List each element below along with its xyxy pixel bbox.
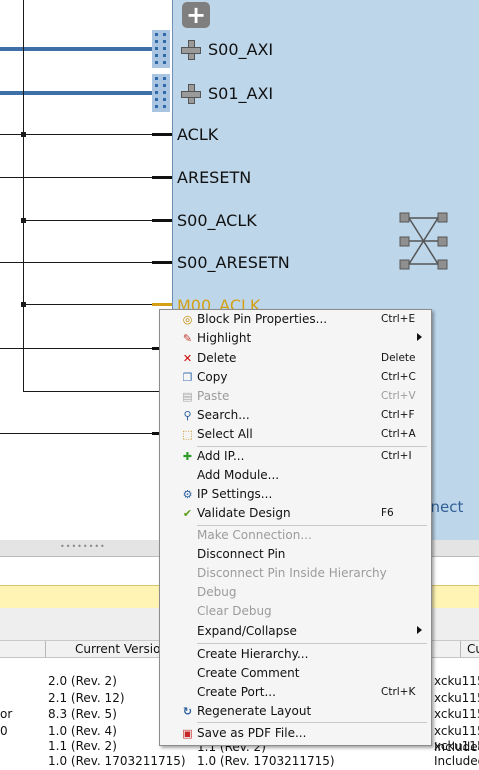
pin-label-s00-aclk[interactable]: S00_ACLK <box>177 212 257 230</box>
pin-label-s00-axi[interactable]: S00_AXI <box>208 41 273 59</box>
pin-stub-highlighted <box>152 303 172 306</box>
cell-part: xcku115 <box>434 691 479 705</box>
cell-current-version: 2.0 (Rev. 2) <box>48 674 117 688</box>
menu-item-make-connection: Make Connection... <box>197 528 312 542</box>
wire-hidden-3 <box>0 433 152 434</box>
submenu-arrow-icon <box>417 333 422 341</box>
menu-item-save-as-pdf[interactable]: ▣ Save as PDF File... <box>160 724 431 743</box>
add-ip-icon: ✚ <box>182 450 193 463</box>
wire-m00-aclk <box>23 304 152 305</box>
menu-item-clear-debug: Clear Debug <box>197 604 272 618</box>
menu-item-add-module[interactable]: Add Module... <box>160 466 431 485</box>
cell-name: 0 <box>0 724 8 738</box>
highlight-icon: ✎ <box>182 332 193 345</box>
menu-item-highlight[interactable]: ✎ Highlight <box>160 329 431 348</box>
menu-item-delete[interactable]: ✕ Delete Delete <box>160 349 431 368</box>
bus-pin-handle[interactable] <box>152 74 170 112</box>
menu-separator <box>197 722 427 723</box>
properties-icon: ◎ <box>182 313 193 326</box>
cell-part: xcku115 <box>434 724 479 738</box>
menu-item-create-comment[interactable]: Create Comment <box>160 664 431 683</box>
cell-recommended: 1.0 (Rev. 1703211715) <box>197 754 335 768</box>
menu-item-create-hierarchy[interactable]: Create Hierarchy... <box>160 645 431 664</box>
pin-label-s00-aresetn[interactable]: S00_ARESETN <box>177 254 290 272</box>
pin-label-aclk[interactable]: ACLK <box>177 126 218 144</box>
delete-icon: ✕ <box>182 352 193 365</box>
expand-interface-icon[interactable] <box>181 84 201 104</box>
cell-part: xcku115 <box>434 707 479 721</box>
menu-item-select-all[interactable]: ⬚ Select All Ctrl+A <box>160 425 431 444</box>
pin-label-s01-axi[interactable]: S01_AXI <box>208 85 273 103</box>
menu-item-create-port[interactable]: Create Port... Ctrl+K <box>160 683 431 702</box>
table-row[interactable]: 1.0 (Rev. 1703211715) 1.0 (Rev. 17032117… <box>0 753 479 770</box>
copy-icon: ❐ <box>182 371 193 384</box>
cell-current-version: 1.0 (Rev. 4) <box>48 724 117 738</box>
pin-stub <box>152 133 172 136</box>
wire-aresetn <box>0 177 152 178</box>
menu-item-disconnect-pin-inside-hierarchy: Disconnect Pin Inside Hierarchy <box>197 566 387 580</box>
menu-separator <box>197 643 427 644</box>
cell-current-version: 8.3 (Rev. 5) <box>48 707 117 721</box>
interconnect-icon <box>399 212 448 270</box>
column-header-cu[interactable]: Cu <box>467 642 479 656</box>
context-menu: ◎ Block Pin Properties... Ctrl+E ✎ Highl… <box>159 309 432 746</box>
net-vertical-1 <box>23 0 24 392</box>
wire-hidden-1 <box>0 348 152 349</box>
expand-block-button[interactable]: + <box>182 2 210 28</box>
wire-s00-aclk <box>23 220 152 221</box>
pdf-icon: ▣ <box>182 727 193 740</box>
bus-pin-handle[interactable] <box>152 30 170 68</box>
menu-item-regenerate-layout[interactable]: ↻ Regenerate Layout <box>160 702 431 721</box>
ip-settings-icon: ⚙ <box>182 488 193 501</box>
pin-stub <box>152 219 172 222</box>
menu-item-search[interactable]: ⚲ Search... Ctrl+F <box>160 406 431 425</box>
wire-hidden-2 <box>23 391 159 392</box>
search-icon: ⚲ <box>183 409 192 422</box>
wire-aclk <box>0 134 152 135</box>
cell-name: or <box>0 707 13 721</box>
menu-item-debug: Debug <box>197 585 237 599</box>
menu-item-add-ip[interactable]: ✚ Add IP... Ctrl+I <box>160 447 431 466</box>
cell-part: Included <box>434 740 479 754</box>
select-all-icon: ⬚ <box>182 428 193 441</box>
menu-item-expand-collapse[interactable]: Expand/Collapse <box>160 622 431 641</box>
pin-label-aresetn[interactable]: ARESETN <box>177 169 251 187</box>
menu-item-paste: ▤ Paste Ctrl+V <box>182 389 416 403</box>
cell-current-version: 1.0 (Rev. 1703211715) <box>48 754 186 768</box>
menu-item-disconnect-pin[interactable]: Disconnect Pin <box>160 545 431 564</box>
column-separator[interactable] <box>45 641 46 657</box>
cell-part: xcku115 <box>434 674 479 688</box>
splitter-grip-icon[interactable]: •••••••• <box>60 542 106 551</box>
pin-stub <box>152 261 172 264</box>
menu-item-block-pin-properties[interactable]: ◎ Block Pin Properties... Ctrl+E <box>160 310 431 329</box>
menu-item-ip-settings[interactable]: ⚙ IP Settings... <box>160 485 431 504</box>
regenerate-icon: ↻ <box>182 705 193 718</box>
column-header-current-version[interactable]: Current Versio <box>75 642 160 656</box>
expand-interface-icon[interactable] <box>181 40 201 60</box>
cell-part: Included <box>434 754 479 768</box>
menu-item-validate-design[interactable]: ✔ Validate Design F6 <box>160 504 431 523</box>
pin-stub <box>152 176 172 179</box>
paste-icon: ▤ <box>182 390 193 403</box>
submenu-arrow-icon <box>417 626 422 634</box>
column-separator[interactable] <box>460 641 461 657</box>
validate-icon: ✔ <box>182 507 193 520</box>
menu-item-copy[interactable]: ❐ Copy Ctrl+C <box>160 368 431 387</box>
cell-current-version: 2.1 (Rev. 12) <box>48 691 125 705</box>
wire-s00-aresetn <box>0 262 152 263</box>
